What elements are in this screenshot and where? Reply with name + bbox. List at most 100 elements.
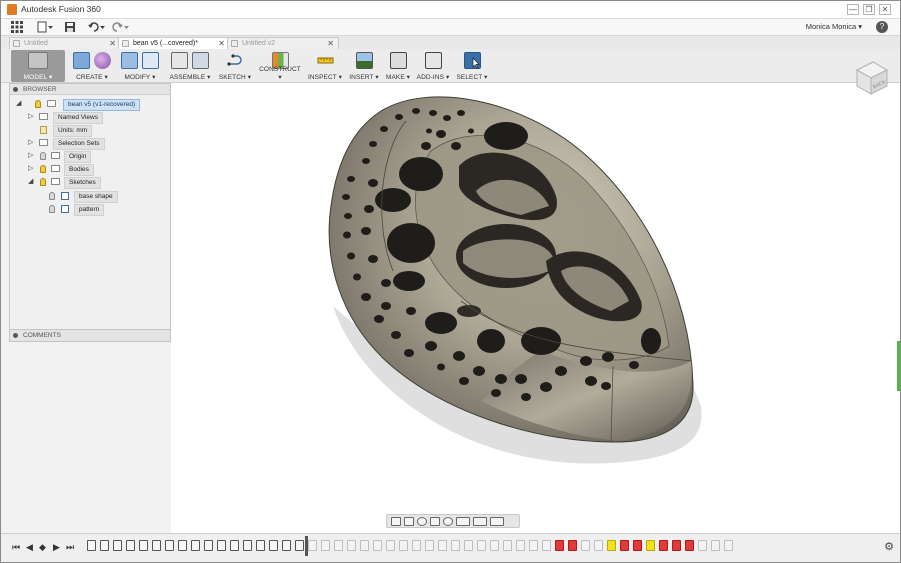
viewcube[interactable]: BACK xyxy=(849,56,893,100)
timeline-feature-icon[interactable] xyxy=(243,540,252,551)
timeline-feature-icon[interactable] xyxy=(698,540,707,551)
timeline-feature-icon[interactable] xyxy=(646,540,655,551)
timeline-last-button[interactable]: ⏭ xyxy=(66,542,74,552)
cursor-icon[interactable] xyxy=(463,52,481,69)
timeline-feature-icon[interactable] xyxy=(139,540,148,551)
timeline-feature-icon[interactable] xyxy=(100,540,109,551)
visibility-bulb-icon[interactable] xyxy=(40,152,46,160)
timeline-feature-icon[interactable] xyxy=(165,540,174,551)
timeline-feature-icon[interactable] xyxy=(282,540,291,551)
box-icon[interactable] xyxy=(73,52,90,69)
expand-arrow-icon[interactable]: ◢ xyxy=(28,177,33,187)
comments-panel-header[interactable]: COMMENTS xyxy=(9,329,171,342)
tree-item-origin[interactable]: ▷ Origin xyxy=(28,151,168,163)
expand-arrow-icon[interactable]: ▷ xyxy=(28,112,33,122)
browser-header[interactable]: BROWSER xyxy=(10,84,170,95)
create-menu[interactable]: CREATE ▾ xyxy=(69,50,115,82)
fit-icon[interactable] xyxy=(443,516,453,526)
timeline-feature-icon[interactable] xyxy=(412,540,421,551)
orbit-icon[interactable] xyxy=(391,516,401,526)
sketch-menu[interactable]: SKETCH ▾ xyxy=(215,50,255,82)
tab-bean-v5[interactable]: bean v5 (...covered)* ✕ xyxy=(118,37,230,49)
assemble-menu[interactable]: ASSEMBLE ▾ xyxy=(167,50,213,82)
sphere-mesh-icon[interactable] xyxy=(94,52,111,69)
timeline-feature-icon[interactable] xyxy=(178,540,187,551)
measure-icon[interactable] xyxy=(317,52,334,69)
timeline-feature-icon[interactable] xyxy=(425,540,434,551)
timeline-feature-icon[interactable] xyxy=(334,540,343,551)
timeline-play-button[interactable]: ◆ xyxy=(39,542,46,552)
tree-item-sketch-pattern[interactable]: pattern xyxy=(48,204,168,216)
bean-model-render[interactable] xyxy=(171,83,900,533)
timeline-feature-icon[interactable] xyxy=(529,540,538,551)
timeline-next-button[interactable]: ▶ xyxy=(53,542,60,552)
timeline-feature-icon[interactable] xyxy=(256,540,265,551)
look-at-icon[interactable] xyxy=(404,516,414,526)
zoom-icon[interactable] xyxy=(430,516,440,526)
user-account-menu[interactable]: Monica Monica ▾ xyxy=(806,22,862,31)
print-icon[interactable] xyxy=(389,52,407,69)
visibility-bulb-icon[interactable] xyxy=(40,178,46,186)
timeline-feature-icon[interactable] xyxy=(269,540,278,551)
expand-arrow-icon[interactable]: ▷ xyxy=(28,151,33,161)
close-tab-icon[interactable]: ✕ xyxy=(327,38,334,49)
timeline-feature-icon[interactable] xyxy=(594,540,603,551)
timeline-feature-icon[interactable] xyxy=(568,540,577,551)
collapse-dot-icon[interactable] xyxy=(13,333,18,338)
timeline-feature-icon[interactable] xyxy=(438,540,447,551)
tab-untitled-v2[interactable]: Untitled v2 ✕ xyxy=(227,37,339,49)
help-icon[interactable]: ? xyxy=(876,21,888,33)
close-button[interactable]: ✕ xyxy=(879,4,891,15)
pan-hand-icon[interactable] xyxy=(417,516,427,526)
timeline-feature-icon[interactable] xyxy=(230,540,239,551)
tree-item-selection-sets[interactable]: ▷ Selection Sets xyxy=(28,138,168,150)
construct-menu[interactable]: CONSTRUCT ▾ xyxy=(257,50,303,82)
timeline-feature-icon[interactable] xyxy=(113,540,122,551)
timeline-feature-icon[interactable] xyxy=(724,540,733,551)
data-panel-grid-icon[interactable] xyxy=(11,21,23,33)
timeline-feature-icon[interactable] xyxy=(191,540,200,551)
joint-icon[interactable] xyxy=(192,52,209,69)
expand-arrow-icon[interactable]: ◢ xyxy=(16,99,21,109)
timeline-feature-icon[interactable] xyxy=(373,540,382,551)
timeline-feature-icon[interactable] xyxy=(711,540,720,551)
timeline-feature-icon[interactable] xyxy=(516,540,525,551)
close-tab-icon[interactable]: ✕ xyxy=(218,38,225,49)
close-tab-icon[interactable]: ✕ xyxy=(109,38,116,49)
press-pull-icon[interactable] xyxy=(121,52,138,69)
timeline-feature-icon[interactable] xyxy=(217,540,226,551)
make-menu[interactable]: MAKE ▾ xyxy=(383,50,413,82)
timeline-feature-icon[interactable] xyxy=(490,540,499,551)
timeline-feature-icon[interactable] xyxy=(295,540,304,551)
shell-icon[interactable] xyxy=(142,52,159,69)
visibility-bulb-icon[interactable] xyxy=(40,165,46,173)
grid-settings-icon[interactable] xyxy=(473,516,487,526)
timeline-feature-icon[interactable] xyxy=(620,540,629,551)
save-icon[interactable] xyxy=(64,21,76,33)
timeline-first-button[interactable]: ⏮ xyxy=(12,542,20,552)
timeline-feature-icon[interactable] xyxy=(204,540,213,551)
sketch-icon[interactable] xyxy=(226,52,244,69)
timeline-feature-icon[interactable] xyxy=(308,540,317,551)
tree-item-units[interactable]: Units: mm xyxy=(28,125,168,137)
timeline-feature-icon[interactable] xyxy=(503,540,512,551)
timeline-feature-icon[interactable] xyxy=(347,540,356,551)
timeline-marker[interactable] xyxy=(305,536,308,556)
addin-icon[interactable] xyxy=(424,52,442,69)
expand-arrow-icon[interactable]: ▷ xyxy=(28,138,33,148)
timeline-feature-icon[interactable] xyxy=(633,540,642,551)
viewports-icon[interactable] xyxy=(490,516,504,526)
visibility-bulb-icon[interactable] xyxy=(49,192,55,200)
model-workspace-button[interactable]: MODEL ▾ xyxy=(11,50,65,82)
redo-icon[interactable] xyxy=(111,21,129,33)
timeline-feature-icon[interactable] xyxy=(581,540,590,551)
timeline-feature-icon[interactable] xyxy=(451,540,460,551)
file-menu-icon[interactable] xyxy=(37,21,53,33)
timeline-previous-button[interactable]: ◀ xyxy=(26,542,33,552)
timeline-feature-icon[interactable] xyxy=(87,540,96,551)
tree-item-sketches[interactable]: ◢ Sketches xyxy=(28,177,168,189)
add-ins-menu[interactable]: ADD-INS ▾ xyxy=(415,50,451,82)
timeline-feature-icon[interactable] xyxy=(126,540,135,551)
expand-arrow-icon[interactable]: ▷ xyxy=(28,164,33,174)
tree-item-root[interactable]: ◢ bean v5 (v1-recovered) xyxy=(16,99,166,111)
